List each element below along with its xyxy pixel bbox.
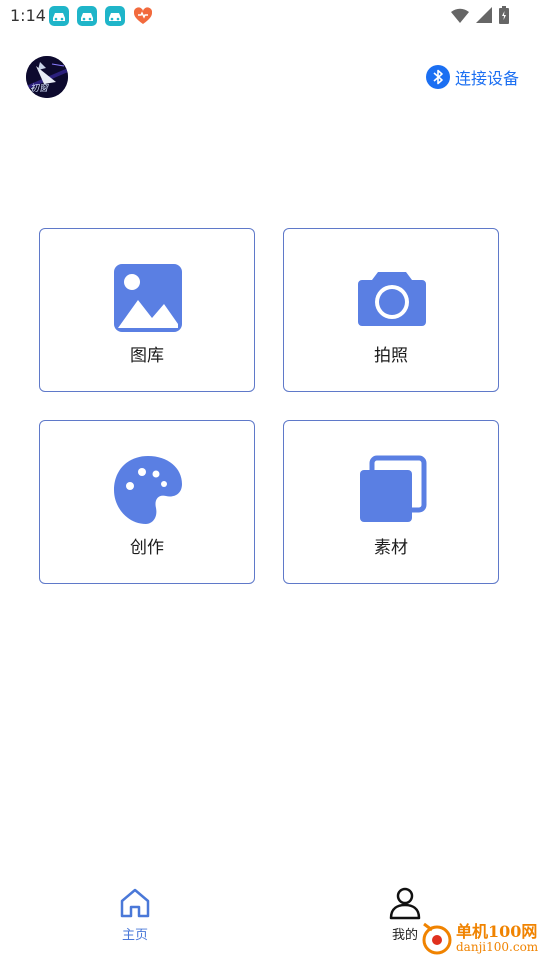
gallery-icon xyxy=(114,264,182,332)
watermark-cn: 单机100网 xyxy=(456,922,538,941)
create-label: 创作 xyxy=(130,538,164,558)
signal-icon xyxy=(475,7,492,23)
connect-device-label: 连接设备 xyxy=(455,69,520,88)
watermark: 单机100网 danji100.com xyxy=(420,916,540,960)
material-label: 素材 xyxy=(374,538,408,558)
battery-icon xyxy=(499,6,509,24)
home-icon xyxy=(120,888,150,918)
camera-card[interactable]: 拍照 xyxy=(283,228,499,392)
palette-icon xyxy=(114,456,182,524)
status-right-icons xyxy=(450,6,510,28)
watermark-en: danji100.com xyxy=(456,940,539,954)
watermark-logo-icon xyxy=(422,922,452,955)
status-time: 1:14 xyxy=(10,6,46,25)
create-card[interactable]: 创作 xyxy=(39,420,255,584)
gallery-card[interactable]: 图库 xyxy=(39,228,255,392)
car-app-icon xyxy=(105,6,125,26)
bluetooth-icon xyxy=(426,65,450,89)
camera-icon xyxy=(358,272,426,326)
wifi-icon xyxy=(450,8,469,23)
status-bar: 1:14 xyxy=(0,0,540,32)
person-icon xyxy=(389,887,421,920)
camera-label: 拍照 xyxy=(374,346,408,366)
avatar-text: 初窗 xyxy=(30,84,49,94)
car-app-icon xyxy=(49,6,69,26)
car-app-icon xyxy=(77,6,97,26)
copy-icon xyxy=(360,455,427,522)
gallery-label: 图库 xyxy=(130,346,164,366)
material-card[interactable]: 素材 xyxy=(283,420,499,584)
heart-app-icon xyxy=(133,7,153,24)
avatar[interactable]: 初窗 xyxy=(26,56,68,98)
tab-home-label: 主页 xyxy=(121,928,148,943)
tab-home[interactable]: 主页 xyxy=(90,886,180,943)
connect-device-button[interactable]: 连接设备 xyxy=(426,65,519,89)
